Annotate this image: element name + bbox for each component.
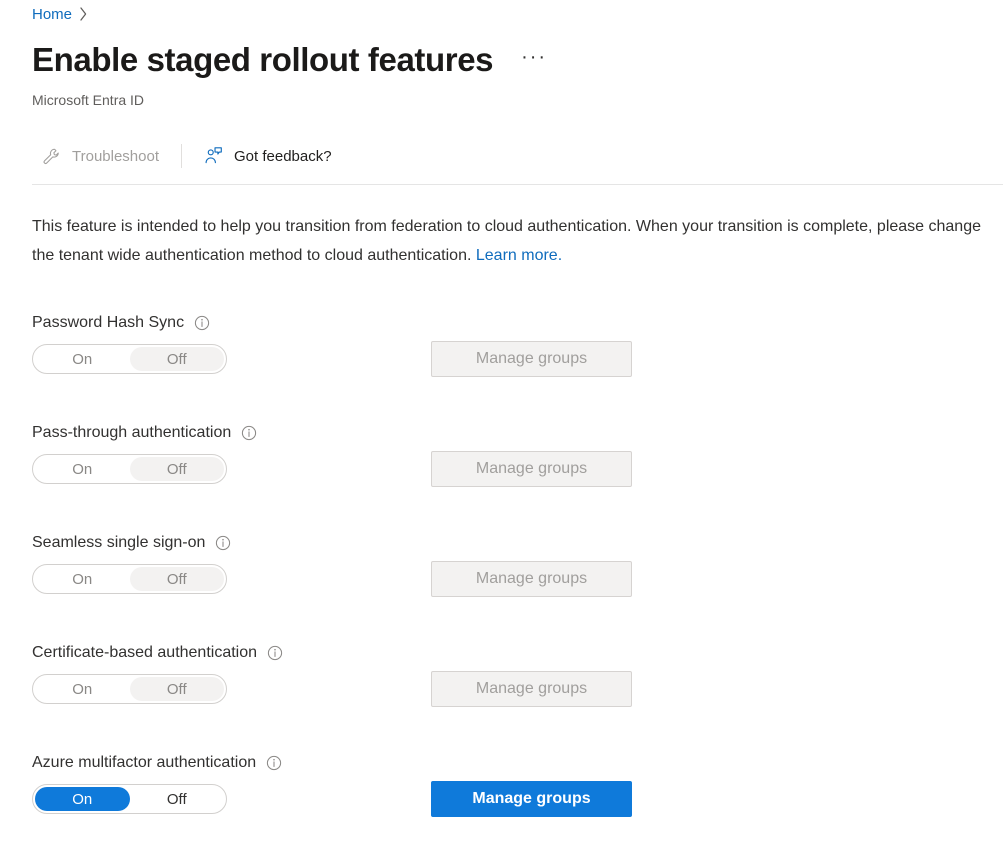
manage-groups-label: Manage groups — [472, 790, 590, 808]
manage-groups-button: Manage groups — [431, 341, 632, 377]
info-icon[interactable] — [215, 535, 231, 551]
toggle-option-off[interactable]: Off — [130, 677, 225, 701]
feature-row: Azure multifactor authentication OnOff Man… — [32, 752, 992, 862]
feature-row: Pass-through authentication OnOff Manage g… — [32, 422, 992, 532]
feature-label: Password Hash Sync — [32, 314, 184, 332]
manage-groups-button: Manage groups — [431, 671, 632, 707]
page-subtitle: Microsoft Entra ID — [32, 92, 144, 108]
command-bar-divider — [32, 184, 1003, 185]
info-icon[interactable] — [194, 315, 210, 331]
toggle-option-on[interactable]: On — [35, 347, 130, 371]
feature-toggle[interactable]: OnOff — [32, 564, 227, 594]
troubleshoot-label: Troubleshoot — [72, 148, 159, 165]
feature-label: Pass-through authentication — [32, 424, 231, 442]
info-icon[interactable] — [266, 755, 282, 771]
manage-groups-label: Manage groups — [476, 460, 587, 478]
info-icon[interactable] — [267, 645, 283, 661]
breadcrumb-link-home[interactable]: Home — [32, 6, 72, 23]
toggle-option-on[interactable]: On — [35, 787, 130, 811]
feature-toggle[interactable]: OnOff — [32, 674, 227, 704]
feature-toggle[interactable]: OnOff — [32, 454, 227, 484]
feature-label-row: Certificate-based authentication — [32, 642, 992, 664]
feature-row: Seamless single sign-on OnOff Manage group… — [32, 532, 992, 642]
feature-label-row: Pass-through authentication — [32, 422, 992, 444]
feature-label-row: Azure multifactor authentication — [32, 752, 992, 774]
toggle-option-off[interactable]: Off — [130, 787, 225, 811]
got-feedback-button[interactable]: Got feedback? — [194, 141, 342, 172]
manage-groups-button: Manage groups — [431, 451, 632, 487]
chevron-right-icon — [80, 7, 88, 23]
description-text: This feature is intended to help you tra… — [32, 212, 984, 270]
toggle-option-off[interactable]: Off — [130, 347, 225, 371]
manage-groups-label: Manage groups — [476, 680, 587, 698]
feature-label: Seamless single sign-on — [32, 534, 205, 552]
toggle-option-on[interactable]: On — [35, 457, 130, 481]
feature-row: Certificate-based authentication OnOff Man… — [32, 642, 992, 752]
feature-label-row: Seamless single sign-on — [32, 532, 992, 554]
toggle-option-off[interactable]: Off — [130, 567, 225, 591]
toggle-option-off[interactable]: Off — [130, 457, 225, 481]
manage-groups-button[interactable]: Manage groups — [431, 781, 632, 817]
feature-row: Password Hash Sync OnOff Manage groups — [32, 312, 992, 422]
learn-more-link[interactable]: Learn more. — [476, 247, 562, 264]
toggle-option-on[interactable]: On — [35, 567, 130, 591]
wrench-icon — [42, 147, 61, 166]
command-bar-separator — [181, 144, 182, 168]
info-icon[interactable] — [241, 425, 257, 441]
feature-list: Password Hash SyncOnOffManage groupsPass… — [32, 312, 992, 862]
more-options-icon[interactable]: ··· — [519, 43, 549, 77]
feature-toggle[interactable]: OnOff — [32, 344, 227, 374]
toggle-option-on[interactable]: On — [35, 677, 130, 701]
troubleshoot-button[interactable]: Troubleshoot — [32, 141, 169, 172]
manage-groups-button: Manage groups — [431, 561, 632, 597]
feature-label: Azure multifactor authentication — [32, 754, 256, 772]
feature-label-row: Password Hash Sync — [32, 312, 992, 334]
feedback-person-icon — [204, 147, 223, 166]
got-feedback-label: Got feedback? — [234, 148, 332, 165]
feature-label: Certificate-based authentication — [32, 644, 257, 662]
manage-groups-label: Manage groups — [476, 350, 587, 368]
manage-groups-label: Manage groups — [476, 570, 587, 588]
breadcrumb: Home — [32, 6, 88, 23]
page-title: Enable staged rollout features — [32, 42, 493, 78]
command-bar: Troubleshoot Got feedback? — [32, 136, 342, 176]
feature-toggle[interactable]: OnOff — [32, 784, 227, 814]
page-title-row: Enable staged rollout features ··· — [32, 42, 549, 78]
